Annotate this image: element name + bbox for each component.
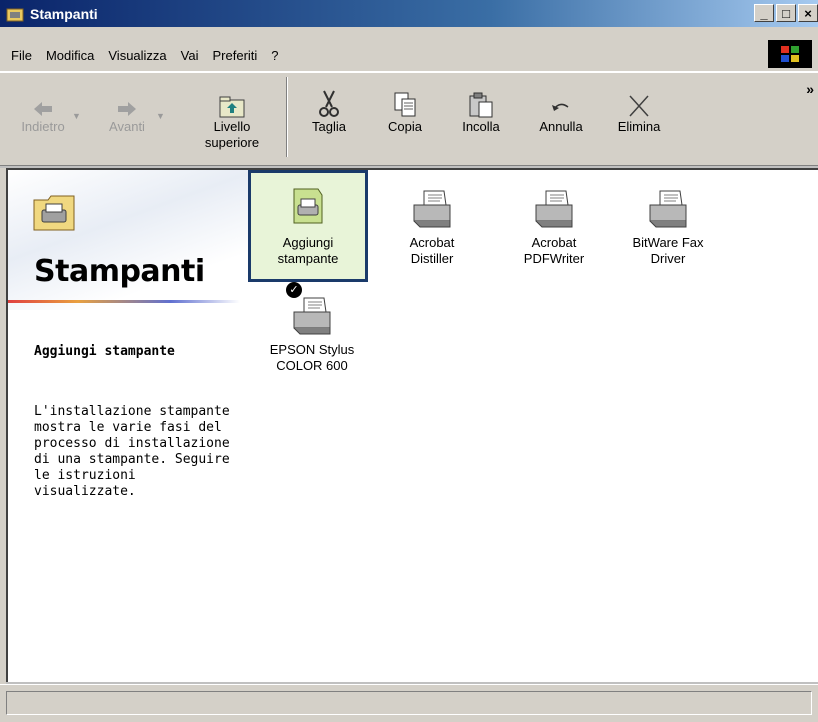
close-button[interactable]: × — [798, 4, 818, 22]
menu-preferiti[interactable]: Preferiti — [206, 48, 265, 63]
item-label-line2: PDFWriter — [523, 251, 585, 266]
printer-icon — [293, 297, 331, 335]
item-label-line1: Aggiungi — [282, 235, 334, 250]
undo-button[interactable]: Annulla — [526, 79, 596, 135]
paste-icon — [469, 92, 493, 118]
delete-button[interactable]: Elimina — [604, 79, 674, 135]
sidebar-description: L'installazione stampante mostra le vari… — [34, 404, 230, 499]
up-level-button[interactable]: Livello superiore — [190, 79, 274, 151]
printer-item-bitware-fax[interactable]: BitWare Fax Driver — [608, 173, 728, 267]
toolbar: Indietro ▼ Avanti ▼ Livello superiore Ta… — [0, 72, 818, 166]
printer-icon — [413, 190, 451, 228]
window-title: Stampanti — [30, 5, 98, 22]
scissors-icon — [319, 90, 339, 117]
cut-button[interactable]: Taglia — [294, 79, 364, 135]
printer-icon — [649, 190, 687, 228]
paste-button[interactable]: Incolla — [446, 79, 516, 135]
copy-icon — [394, 92, 416, 117]
forward-button[interactable]: Avanti — [92, 79, 162, 135]
item-label-line2: stampante — [277, 251, 339, 266]
printer-icon — [535, 190, 573, 228]
sidebar-selected-heading: Aggiungi stampante — [34, 344, 175, 359]
item-label-line1: Acrobat — [531, 235, 577, 250]
add-printer-item[interactable]: Aggiungi stampante — [248, 170, 368, 282]
item-label-line1: Acrobat — [409, 235, 455, 250]
folder-view[interactable]: Stampanti Aggiungi stampante L'installaz… — [6, 168, 818, 682]
back-button[interactable]: Indietro — [8, 79, 78, 135]
back-dropdown-icon[interactable]: ▼ — [72, 111, 81, 121]
printer-item-epson-stylus[interactable]: ✓ EPSON Stylus COLOR 600 — [252, 280, 372, 374]
sidebar-divider — [8, 300, 240, 303]
up-folder-icon — [219, 96, 245, 118]
add-printer-icon — [293, 188, 323, 224]
menu-modifica[interactable]: Modifica — [39, 48, 101, 63]
delete-x-icon — [629, 95, 649, 117]
printers-folder-icon — [33, 195, 75, 231]
sidebar-title: Stampanti — [34, 254, 205, 289]
forward-arrow-icon — [118, 102, 136, 116]
item-label-line1: EPSON Stylus — [269, 342, 355, 357]
sidebar-banner: Stampanti — [8, 170, 248, 310]
toolbar-separator — [286, 77, 288, 157]
item-label-line2: COLOR 600 — [276, 358, 348, 373]
menu-bar: File Modifica Visualizza Vai Preferiti ? — [0, 27, 818, 72]
printer-item-acrobat-pdfwriter[interactable]: Acrobat PDFWriter — [494, 173, 614, 267]
printer-item-acrobat-distiller[interactable]: Acrobat Distiller — [372, 173, 492, 267]
menu-vai[interactable]: Vai — [174, 48, 206, 63]
copy-button[interactable]: Copia — [370, 79, 440, 135]
undo-icon — [552, 103, 569, 111]
toolbar-overflow-button[interactable]: » — [806, 81, 814, 97]
menu-help[interactable]: ? — [264, 48, 285, 63]
item-label-line2: Distiller — [410, 251, 454, 266]
status-pane — [6, 691, 812, 715]
title-bar[interactable]: Stampanti _ □ × — [0, 0, 818, 27]
minimize-button[interactable]: _ — [754, 4, 774, 22]
printers-folder-icon — [6, 8, 24, 21]
forward-dropdown-icon[interactable]: ▼ — [156, 111, 165, 121]
windows-logo-icon — [768, 40, 812, 68]
status-bar — [0, 684, 818, 722]
default-printer-check-icon: ✓ — [286, 282, 302, 298]
maximize-button[interactable]: □ — [776, 4, 796, 22]
item-label-line1: BitWare Fax — [632, 235, 704, 250]
item-label-line2: Driver — [650, 251, 686, 266]
menu-file[interactable]: File — [4, 48, 39, 63]
back-arrow-icon — [34, 102, 52, 116]
menu-visualizza[interactable]: Visualizza — [101, 48, 173, 63]
